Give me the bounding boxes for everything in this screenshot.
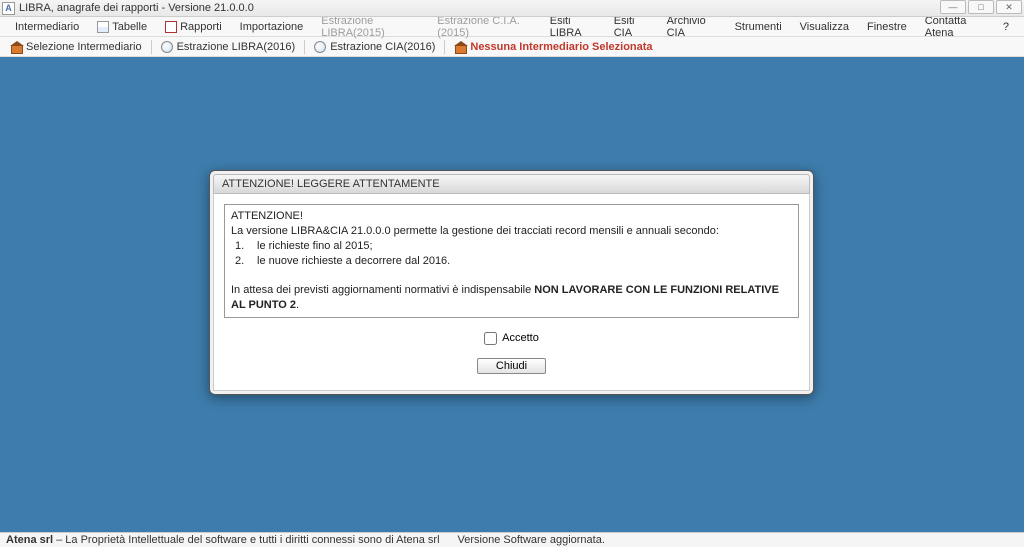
window-controls: — □ ✕ [940,0,1022,14]
menu-tabelle-label: Tabelle [112,21,147,33]
tool-warning: Nessuna Intermediario Selezionata [448,39,658,55]
dialog-intro: La versione LIBRA&CIA 21.0.0.0 permette … [231,224,792,239]
menu-intermediario[interactable]: Intermediario [6,19,88,35]
maximize-button[interactable]: □ [968,0,994,14]
accept-label[interactable]: Accetto [484,332,539,345]
extract-icon [161,41,173,53]
app-icon: A [2,2,15,15]
menu-rapporti-label: Rapporti [180,21,222,33]
dialog-button-row: Chiudi [224,358,799,374]
toolbar: Selezione Intermediario Estrazione LIBRA… [0,37,1024,57]
report-icon [165,21,177,33]
dialog-item2-text: le nuove richieste a decorrere dal 2016. [257,254,450,269]
dialog-heading: ATTENZIONE! [231,209,792,224]
menu-importazione[interactable]: Importazione [231,19,313,35]
menu-finestre[interactable]: Finestre [858,19,916,35]
home-icon [10,41,22,53]
dialog-item1-text: le richieste fino al 2015; [257,239,373,254]
titlebar: A LIBRA, anagrafe dei rapporti - Version… [0,0,1024,17]
menu-tabelle[interactable]: Tabelle [88,19,156,35]
dialog-list-item-1: 1. le richieste fino al 2015; [235,239,792,254]
accept-label-text: Accetto [502,332,539,344]
status-copyright-text: – La Proprietà Intellettuale del softwar… [53,534,439,546]
status-version: Versione Software aggiornata. [458,534,605,546]
toolbar-separator [304,40,305,54]
menubar: Intermediario Tabelle Rapporti Importazi… [0,17,1024,37]
tool-selezione-intermediario-label: Selezione Intermediario [26,41,142,53]
tool-estrazione-cia-2016[interactable]: Estrazione CIA(2016) [308,39,441,55]
dialog-message: ATTENZIONE! La versione LIBRA&CIA 21.0.0… [224,204,799,318]
window-title: LIBRA, anagrafe dei rapporti - Versione … [19,2,254,14]
attention-dialog: ATTENZIONE! LEGGERE ATTENTAMENTE ATTENZI… [209,170,814,395]
menu-rapporti[interactable]: Rapporti [156,19,231,35]
status-company: Atena srl [6,534,53,546]
close-button[interactable]: Chiudi [477,358,546,374]
dialog-note-prefix: In attesa dei previsti aggiornamenti nor… [231,284,534,296]
toolbar-separator [151,40,152,54]
tool-warning-label: Nessuna Intermediario Selezionata [470,41,652,53]
dialog-item2-num: 2. [235,254,257,269]
minimize-button[interactable]: — [940,0,966,14]
tool-selezione-intermediario[interactable]: Selezione Intermediario [4,39,148,55]
extract-icon [314,41,326,53]
status-copyright: Atena srl – La Proprietà Intellettuale d… [6,534,440,546]
toolbar-separator [444,40,445,54]
dialog-accept-row: Accetto [224,332,799,348]
home-warning-icon [454,41,466,53]
dialog-title: ATTENZIONE! LEGGERE ATTENTAMENTE [213,174,810,194]
menu-strumenti[interactable]: Strumenti [726,19,791,35]
tool-estrazione-cia-2016-label: Estrazione CIA(2016) [330,41,435,53]
statusbar: Atena srl – La Proprietà Intellettuale d… [0,532,1024,547]
tool-estrazione-libra-2016[interactable]: Estrazione LIBRA(2016) [155,39,302,55]
dialog-body: ATTENZIONE! La versione LIBRA&CIA 21.0.0… [213,194,810,391]
menu-help[interactable]: ? [994,19,1018,35]
table-icon [97,21,109,33]
dialog-list-item-2: 2. le nuove richieste a decorrere dal 20… [235,254,792,269]
dialog-note-suffix: . [296,299,299,311]
close-window-button[interactable]: ✕ [996,0,1022,14]
menu-visualizza[interactable]: Visualizza [791,19,858,35]
accept-checkbox[interactable] [484,332,497,345]
dialog-note: In attesa dei previsti aggiornamenti nor… [231,283,792,313]
dialog-item1-num: 1. [235,239,257,254]
tool-estrazione-libra-2016-label: Estrazione LIBRA(2016) [177,41,296,53]
dialog-list: 1. le richieste fino al 2015; 2. le nuov… [235,239,792,269]
